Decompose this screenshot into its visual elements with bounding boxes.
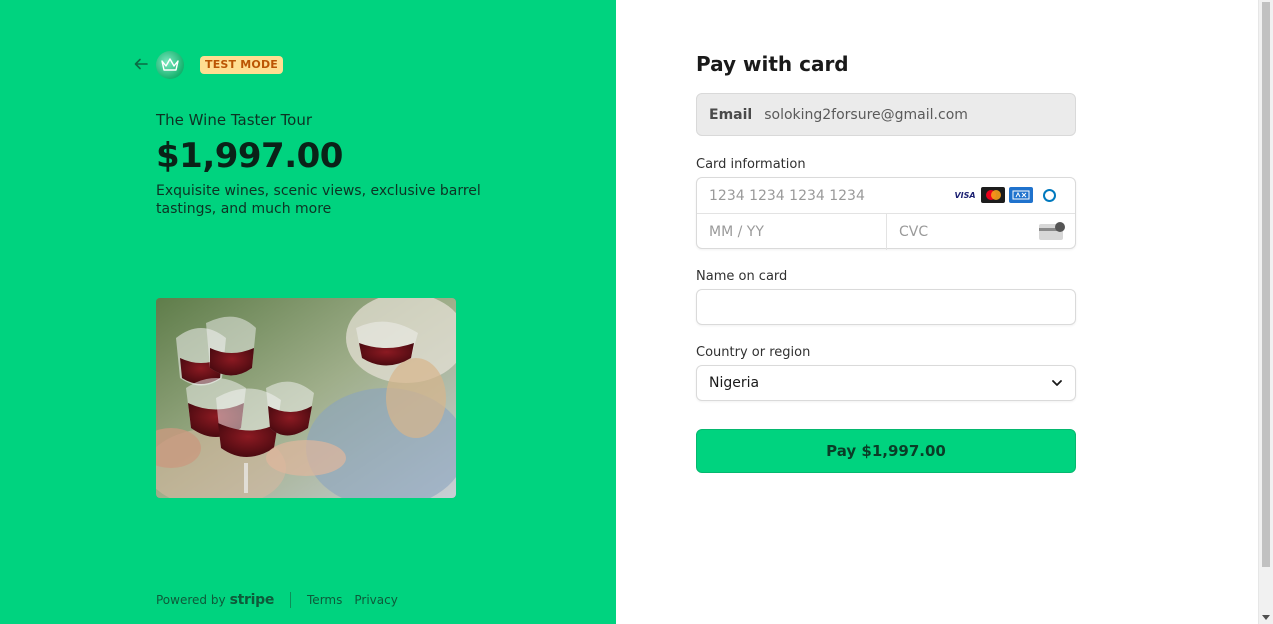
card-information-label: Card information bbox=[696, 157, 806, 172]
email-field[interactable]: Email soloking2forsure@gmail.com bbox=[696, 93, 1076, 136]
pay-button[interactable]: Pay $1,997.00 bbox=[696, 429, 1076, 473]
country-value: Nigeria bbox=[709, 375, 760, 391]
product-description: Exquisite wines, scenic views, exclusive… bbox=[156, 183, 481, 217]
amex-icon bbox=[1009, 187, 1033, 203]
card-brands: VISA bbox=[953, 187, 1061, 203]
email-value: soloking2forsure@gmail.com bbox=[764, 106, 968, 123]
product-image bbox=[156, 298, 456, 498]
visa-icon: VISA bbox=[953, 187, 977, 203]
cvc-input[interactable]: CVC bbox=[887, 214, 1075, 250]
country-select[interactable]: Nigeria bbox=[696, 365, 1076, 401]
card-number-input[interactable]: 1234 1234 1234 1234 VISA bbox=[697, 178, 1075, 214]
checkout-footer: Powered by stripe Terms Privacy bbox=[156, 592, 410, 608]
email-label: Email bbox=[709, 106, 753, 123]
product-name: The Wine Taster Tour bbox=[156, 111, 313, 129]
country-label: Country or region bbox=[696, 345, 811, 360]
terms-link[interactable]: Terms bbox=[307, 593, 342, 607]
chevron-down-icon bbox=[1051, 377, 1063, 393]
card-information-group: 1234 1234 1234 1234 VISA MM / YY CVC bbox=[696, 177, 1076, 250]
card-number-placeholder: 1234 1234 1234 1234 bbox=[709, 187, 865, 204]
cvc-placeholder: CVC bbox=[899, 224, 929, 240]
crown-logo-icon[interactable] bbox=[156, 51, 184, 79]
powered-by-label: Powered by bbox=[156, 593, 226, 607]
product-price: $1,997.00 bbox=[156, 136, 343, 176]
expiry-input[interactable]: MM / YY bbox=[697, 214, 887, 250]
stripe-logo: stripe bbox=[229, 592, 275, 608]
scroll-down-arrow-icon[interactable] bbox=[1262, 615, 1270, 620]
arrow-left-icon[interactable] bbox=[134, 57, 150, 73]
order-summary-panel: TEST MODE The Wine Taster Tour $1,997.00… bbox=[0, 0, 616, 624]
name-on-card-input[interactable] bbox=[696, 289, 1076, 325]
cvc-card-icon bbox=[1039, 222, 1065, 240]
privacy-link[interactable]: Privacy bbox=[354, 593, 397, 607]
mastercard-icon bbox=[981, 187, 1005, 203]
footer-divider bbox=[290, 592, 292, 608]
test-mode-badge: TEST MODE bbox=[200, 56, 284, 74]
name-on-card-label: Name on card bbox=[696, 269, 788, 284]
diners-icon bbox=[1037, 187, 1061, 203]
payment-title: Pay with card bbox=[696, 52, 849, 76]
scrollbar-thumb[interactable] bbox=[1262, 2, 1270, 567]
expiry-placeholder: MM / YY bbox=[709, 224, 764, 240]
page-scrollbar[interactable] bbox=[1258, 0, 1273, 624]
powered-by[interactable]: Powered by stripe bbox=[156, 592, 274, 608]
